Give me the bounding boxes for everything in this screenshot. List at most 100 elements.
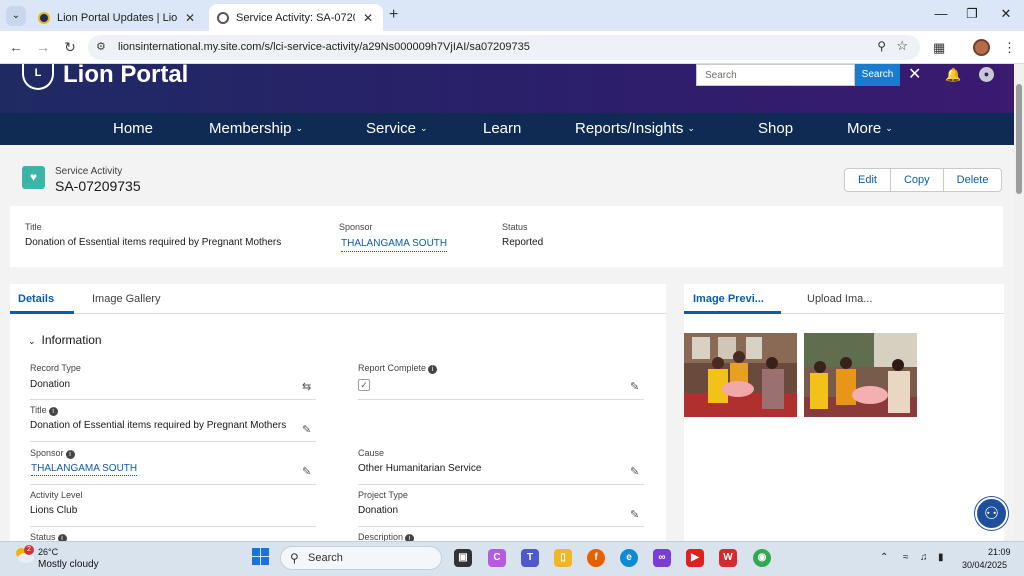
notifications-bell-icon[interactable]: 🔔 [945, 67, 961, 83]
field-divider [358, 484, 644, 485]
clock-date[interactable]: 30/04/2025 [962, 560, 1007, 570]
tab-search-dropdown-icon[interactable]: ⌄ [6, 6, 26, 26]
browser-tab-lion-updates[interactable]: Lion Portal Updates | Lions Club ✕ [30, 4, 205, 31]
copy-button[interactable]: Copy [889, 169, 943, 191]
highlight-sponsor-link[interactable]: THALANGAMA SOUTH [341, 238, 448, 252]
activity-photo-1[interactable] [684, 333, 797, 417]
edit-button[interactable]: Edit [845, 169, 890, 191]
extensions-puzzle-icon[interactable]: ▦ [933, 40, 945, 56]
info-icon[interactable]: i [48, 407, 58, 416]
youtube-icon[interactable]: ▶ [686, 549, 704, 567]
wps-office-icon[interactable]: W [719, 549, 737, 567]
browser-tab-service-activity[interactable]: Service Activity: SA-07209735 ✕ [209, 4, 383, 31]
tab-image-gallery[interactable]: Image Gallery [92, 293, 160, 305]
info-icon[interactable]: i [428, 365, 438, 374]
change-record-type-icon[interactable]: ⇆ [302, 380, 311, 393]
address-bar[interactable]: ⚙ lionsinternational.my.site.com/s/lci-s… [88, 35, 920, 60]
teams-icon[interactable]: T [521, 549, 539, 567]
record-name: SA-07209735 [55, 178, 141, 194]
tab-image-preview[interactable]: Image Previ... [693, 293, 764, 305]
copilot-icon[interactable]: C [488, 549, 506, 567]
restore-icon[interactable]: ❐ [962, 6, 982, 22]
active-tab-indicator [10, 311, 74, 314]
field-divider [358, 526, 644, 527]
url-text[interactable]: lionsinternational.my.site.com/s/lci-ser… [118, 41, 530, 53]
info-icon[interactable]: i [65, 450, 75, 459]
chrome-icon[interactable]: ◉ [753, 549, 771, 567]
show-hidden-icons-icon[interactable]: ⌃ [880, 552, 888, 563]
browser-menu-icon[interactable]: ⋮ [1003, 40, 1016, 56]
header-search-input[interactable]: Search [696, 64, 855, 86]
portal-brand[interactable]: Lion Portal [63, 63, 188, 87]
firefox-icon[interactable]: f [587, 549, 605, 567]
close-search-icon[interactable]: ✕ [908, 64, 921, 84]
windows-start-icon[interactable] [252, 548, 269, 565]
clock-time[interactable]: 21:09 [988, 547, 1011, 557]
profile-avatar[interactable] [973, 39, 990, 56]
chevron-down-icon: ⌄ [687, 123, 695, 133]
lions-logo-icon[interactable]: L [22, 64, 54, 90]
new-tab-plus-icon[interactable]: + [389, 6, 398, 24]
chevron-down-icon: ⌄ [420, 123, 428, 133]
minimize-icon[interactable]: — [931, 6, 951, 21]
site-info-icon[interactable]: ⚙ [96, 40, 106, 53]
edit-pencil-icon[interactable]: ✎ [302, 423, 311, 436]
reload-icon[interactable]: ↻ [61, 39, 79, 56]
weather-alert-badge: 2 [24, 545, 34, 555]
nav-shop[interactable]: Shop [758, 120, 793, 137]
record-actions: Edit Copy Delete [844, 168, 1003, 192]
record-type-value: Donation [30, 379, 71, 390]
sponsor-link[interactable]: THALANGAMA SOUTH [31, 463, 138, 476]
tab-upload-image[interactable]: Upload Ima... [807, 293, 872, 305]
battery-icon[interactable]: ▮ [938, 552, 944, 563]
nav-reports-insights[interactable]: Reports/Insights ⌄ [575, 120, 695, 137]
weather-temperature[interactable]: 26°C [38, 547, 58, 557]
close-tab-icon[interactable]: ✕ [183, 11, 197, 25]
nav-label: Learn [483, 120, 522, 137]
bookmark-star-icon[interactable]: ☆ [896, 38, 908, 54]
edit-pencil-icon[interactable]: ✎ [302, 465, 311, 478]
highlight-status-label: Status [502, 222, 528, 232]
accessibility-icon[interactable]: ⚇ [975, 497, 1008, 530]
close-tab-icon[interactable]: ✕ [361, 11, 375, 25]
weather-condition[interactable]: Mostly cloudy [38, 559, 99, 570]
page-scrollbar[interactable] [1014, 64, 1024, 542]
close-window-icon[interactable]: ✕ [996, 6, 1016, 22]
wifi-icon[interactable]: ≈ [903, 552, 909, 563]
delete-button[interactable]: Delete [942, 169, 1002, 191]
file-explorer-icon[interactable]: ▯ [554, 549, 572, 567]
report-complete-checkbox: ✓ [358, 379, 370, 391]
section-information-toggle[interactable]: ⌄ Information [28, 333, 102, 347]
nav-service[interactable]: Service ⌄ [366, 120, 428, 137]
back-arrow-icon[interactable]: ← [7, 39, 25, 55]
nav-home[interactable]: Home [113, 120, 153, 137]
highlight-title-value: Donation of Essential items required by … [25, 237, 282, 248]
user-avatar[interactable]: ● [979, 67, 994, 82]
chevron-down-icon: ⌄ [28, 336, 36, 346]
edit-pencil-icon[interactable]: ✎ [630, 380, 639, 393]
forward-arrow-icon[interactable]: → [34, 39, 52, 55]
activity-photo-2[interactable] [804, 333, 917, 417]
record-object-label: Service Activity [55, 166, 123, 177]
edit-pencil-icon[interactable]: ✎ [630, 508, 639, 521]
lions-favicon-icon [38, 11, 50, 24]
task-view-icon[interactable]: ▣ [454, 549, 472, 567]
nav-membership[interactable]: Membership ⌄ [209, 120, 303, 137]
header-search-button[interactable]: Search [855, 64, 900, 86]
taskbar-search[interactable]: ⚲ Search [280, 546, 442, 570]
edit-pencil-icon[interactable]: ✎ [630, 465, 639, 478]
nav-learn[interactable]: Learn [483, 120, 521, 137]
volume-icon[interactable]: ♫ [920, 552, 928, 563]
meta-app-icon[interactable]: ∞ [653, 549, 671, 567]
location-pin-icon[interactable]: ⚲ [877, 39, 886, 53]
report-complete-label-text: Report Complete [358, 363, 427, 373]
tab-details[interactable]: Details [18, 293, 54, 305]
tab-title: Lion Portal Updates | Lions Club [57, 11, 177, 24]
edge-icon[interactable]: e [620, 549, 638, 567]
activity-level-value: Lions Club [30, 505, 78, 516]
scrollbar-thumb[interactable] [1016, 84, 1022, 194]
record-type-label: Record Type [30, 363, 81, 373]
nav-more[interactable]: More ⌄ [847, 120, 893, 137]
nav-label: Home [113, 120, 154, 137]
highlight-status-value: Reported [502, 237, 544, 248]
